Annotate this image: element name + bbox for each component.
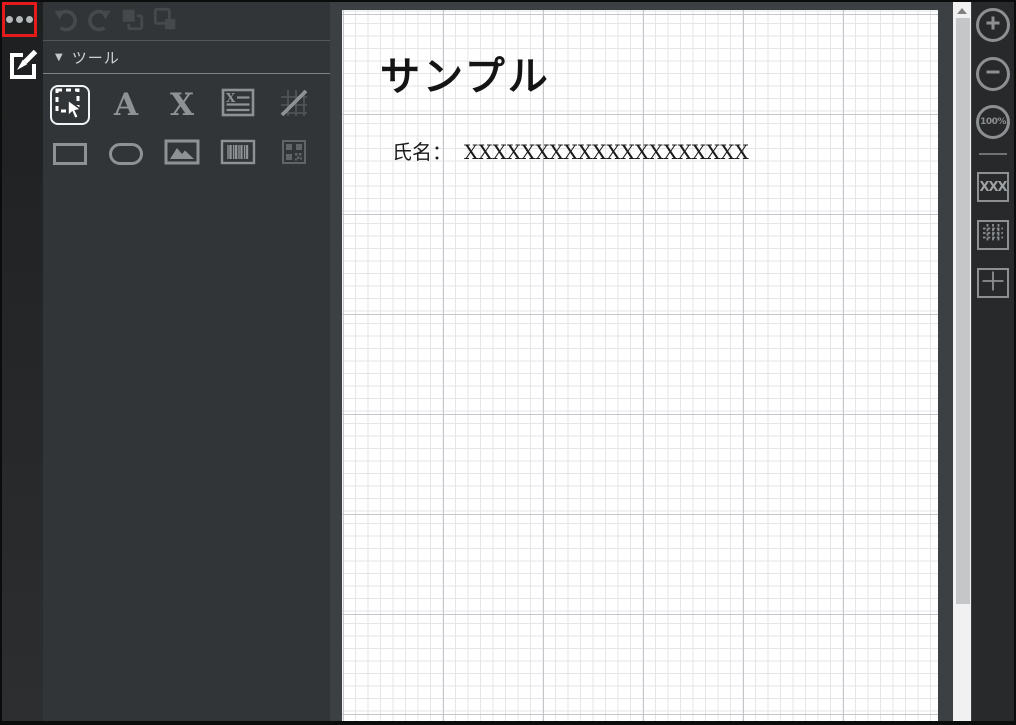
ellipsis-menu-icon <box>26 16 33 23</box>
tool-select[interactable] <box>50 85 90 125</box>
zoom-in-icon <box>985 15 1001 35</box>
svg-text:X: X <box>226 91 236 105</box>
redo-arrow-icon <box>86 6 112 36</box>
ellipsis-menu-icon <box>6 16 13 23</box>
history-toolbar <box>43 2 330 41</box>
barcode-tool-icon <box>220 139 256 169</box>
bring-forward-button[interactable] <box>118 6 145 36</box>
text-tool-icon: A <box>113 86 139 123</box>
crosshair-toggle-button[interactable] <box>977 268 1009 298</box>
toolbar-divider <box>979 153 1007 155</box>
select-cursor-icon <box>52 85 88 125</box>
canvas-viewport[interactable]: サンプル 氏名： XXXXXXXXXXXXXXXXXXXX <box>330 2 972 721</box>
tools-section-header[interactable]: ▼ ツール <box>43 41 330 74</box>
collapse-caret-icon: ▼ <box>55 51 63 63</box>
tool-rounded-rectangle[interactable] <box>106 134 146 174</box>
rounded-rectangle-tool-icon <box>109 143 143 165</box>
zoom-out-icon <box>985 64 1001 84</box>
qrcode-tool-icon <box>281 139 307 169</box>
tool-text[interactable]: A <box>106 85 146 125</box>
tool-grid: A X X <box>50 85 330 174</box>
design-page[interactable]: サンプル 氏名： XXXXXXXXXXXXXXXXXXXX <box>342 10 938 721</box>
dummy-text-toggle-button[interactable]: XXX <box>977 172 1009 202</box>
zoom-in-button[interactable] <box>976 8 1010 42</box>
zoom-out-button[interactable] <box>976 57 1010 91</box>
redo-button[interactable] <box>85 8 112 35</box>
bring-forward-icon <box>119 6 145 36</box>
undo-arrow-icon <box>53 6 79 36</box>
tool-dummy-text[interactable]: X <box>162 85 202 125</box>
line-grid-tool-icon <box>277 86 311 124</box>
tool-line[interactable] <box>274 85 314 125</box>
send-backward-button[interactable] <box>151 6 178 36</box>
text-block-tool-icon: X <box>221 88 255 122</box>
undo-button[interactable] <box>52 8 79 35</box>
vertical-scrollbar[interactable] <box>953 2 971 721</box>
window-border <box>0 721 1016 725</box>
edit-brush-icon <box>7 48 39 86</box>
tool-qrcode[interactable] <box>274 134 314 174</box>
image-tool-icon <box>164 139 200 169</box>
canvas-name-field[interactable]: 氏名： XXXXXXXXXXXXXXXXXXXX <box>392 136 749 165</box>
tool-rectangle[interactable] <box>50 134 90 174</box>
zoom-level-label: 100% <box>980 117 1006 127</box>
send-backward-icon <box>152 6 178 36</box>
rectangle-tool-icon <box>53 143 87 165</box>
field-label: 氏名： <box>392 140 452 164</box>
tool-image[interactable] <box>162 134 202 174</box>
dummy-text-toggle-label: XXX <box>979 179 1007 195</box>
grid-toggle-button[interactable] <box>977 220 1009 250</box>
left-rail <box>2 2 43 721</box>
field-value: XXXXXXXXXXXXXXXXXXXX <box>464 140 749 164</box>
zoom-reset-button[interactable]: 100% <box>976 105 1010 139</box>
dummy-text-tool-icon: X <box>169 86 195 123</box>
right-toolbar: 100% XXX <box>972 2 1014 721</box>
main-menu-button[interactable] <box>3 3 36 36</box>
crosshair-toggle-icon <box>980 269 1006 297</box>
tool-text-block[interactable]: X <box>218 85 258 125</box>
edit-mode-button[interactable] <box>6 48 40 86</box>
tools-section-label: ツール <box>71 48 120 67</box>
canvas-title-text[interactable]: サンプル <box>380 44 551 102</box>
scroll-up-arrow-icon[interactable] <box>957 8 967 14</box>
ellipsis-menu-icon <box>16 16 23 23</box>
grid-toggle-icon <box>980 221 1006 249</box>
sidebar: ▼ ツール A X X <box>43 2 330 721</box>
tool-barcode[interactable] <box>218 134 258 174</box>
scrollbar-thumb[interactable] <box>956 18 970 604</box>
